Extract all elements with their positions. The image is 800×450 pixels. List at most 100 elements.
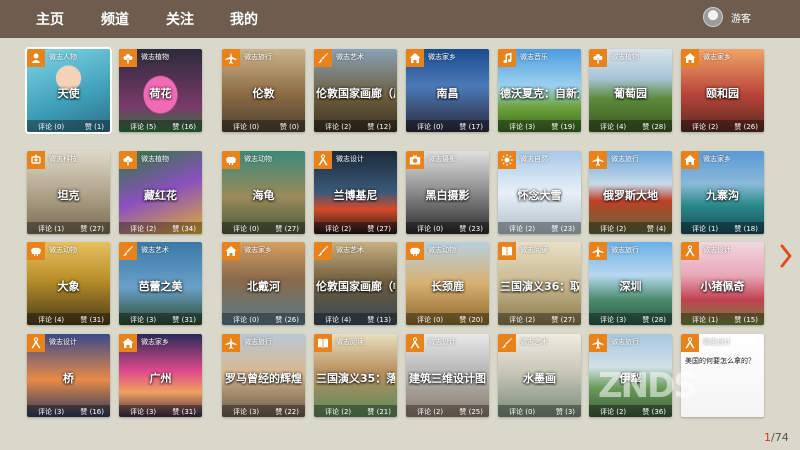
flower-icon <box>593 54 603 64</box>
content-tile[interactable]: 微志自然 怀念大雪 评论 (2) 赞 (23) <box>498 151 581 234</box>
tile-category: 微志设计 <box>49 338 77 346</box>
content-tile[interactable]: 微志艺术 芭蕾之美 评论 (3) 赞 (31) <box>119 242 202 325</box>
like-count: 赞 (17) <box>459 123 483 131</box>
tile-footer: 评论 (3) 赞 (16) <box>27 405 110 417</box>
like-count: 赞 (26) <box>734 123 758 131</box>
like-count: 赞 (31) <box>172 408 196 416</box>
tile-title: 深圳 <box>619 280 642 293</box>
content-tile[interactable]: 微志家乡 广州 评论 (3) 赞 (31) <box>119 334 202 417</box>
content-tile[interactable]: 微志阅读三国演义35：落凤评论 (2) 赞 (21) <box>314 334 397 417</box>
comment-count: 评论 (5) <box>130 123 157 131</box>
category-badge <box>681 49 699 67</box>
category-badge <box>498 242 516 260</box>
comment-count: 评论 (2) <box>692 123 719 131</box>
content-tile[interactable]: 微志家乡 南昌 评论 (0) 赞 (17) <box>406 49 489 132</box>
nav-mine[interactable]: 我的 <box>230 9 258 29</box>
content-tile[interactable]: 微志艺术 水墨画 评论 (0) 赞 (3) <box>498 334 581 417</box>
tile-category: 微志设计 <box>703 338 731 346</box>
category-badge <box>406 151 424 169</box>
like-count: 赞 (3) <box>555 408 575 416</box>
like-count: 赞 (34) <box>172 225 196 233</box>
category-badge <box>681 242 699 260</box>
content-tile[interactable]: 微志家乡 九寨沟 评论 (1) 赞 (18) <box>681 151 764 234</box>
tile-footer: 评论 (0) 赞 (27) <box>222 222 305 234</box>
tile-title: 南昌 <box>436 87 459 100</box>
tile-title: 怀念大雪 <box>517 189 562 202</box>
content-tile[interactable]: 微志旅行 罗马曾经的辉煌 评论 (3) 赞 (22) <box>222 334 305 417</box>
like-count: 赞 (13) <box>367 316 391 324</box>
avatar[interactable] <box>703 7 723 27</box>
tile-category: 微志旅行 <box>244 53 272 61</box>
tile-footer: 评论 (2) 赞 (4) <box>589 222 672 234</box>
like-count: 赞 (27) <box>367 225 391 233</box>
plane-icon <box>592 154 604 166</box>
content-tile[interactable]: 微志动物 海龟 评论 (0) 赞 (27) <box>222 151 305 234</box>
content-tile[interactable]: 微志旅行 伦敦 评论 (0) 赞 (0) <box>222 49 305 132</box>
content-tile[interactable]: 微志家乡 颐和园 评论 (2) 赞 (26) <box>681 49 764 132</box>
content-tile[interactable]: 微志植物 葡萄园 评论 (4) 赞 (28) <box>589 49 672 132</box>
content-tile[interactable]: 微志阅读三国演义36：取成评论 (2) 赞 (27) <box>498 242 581 325</box>
nav-home[interactable]: 主页 <box>36 9 64 29</box>
tile-title: 三国演义36：取成 <box>500 280 579 293</box>
tile-footer: 评论 (0) 赞 (0) <box>222 120 305 132</box>
tile-footer: 评论 (0) 赞 (20) <box>406 313 489 325</box>
comment-count: 评论 (1) <box>692 316 719 324</box>
tile-category: 微志家乡 <box>141 338 169 346</box>
content-tile[interactable]: 微志动物 长颈鹿 评论 (0) 赞 (20) <box>406 242 489 325</box>
category-badge <box>498 49 516 67</box>
tile-title: 兰博基尼 <box>333 189 378 202</box>
tile-footer: 评论 (2) 赞 (34) <box>119 222 202 234</box>
like-count: 赞 (22) <box>275 408 299 416</box>
content-tile[interactable]: 微志科技 坦克 评论 (1) 赞 (27) <box>27 151 110 234</box>
category-badge <box>222 242 240 260</box>
content-tile[interactable]: 微志艺术伦敦国家画廊（风评论 (2) 赞 (12) <box>314 49 397 132</box>
tile-title: 坦克 <box>57 189 80 202</box>
category-badge <box>314 151 332 169</box>
guest-label[interactable]: 游客 <box>731 10 751 25</box>
tile-title: 北戴河 <box>247 280 280 293</box>
content-tile[interactable]: 微志植物 荷花 评论 (5) 赞 (16) <box>119 49 202 132</box>
like-count: 赞 (27) <box>80 225 104 233</box>
comment-count: 评论 (0) <box>417 225 444 233</box>
category-badge <box>222 151 240 169</box>
like-count: 赞 (36) <box>642 408 666 416</box>
content-tile[interactable]: 微志植物 藏红花 评论 (2) 赞 (34) <box>119 151 202 234</box>
content-tile[interactable]: 微志设计 建筑三维设计图 评论 (2) 赞 (25) <box>406 334 489 417</box>
content-tile[interactable]: 微志艺术伦敦国家画廊（帆评论 (4) 赞 (13) <box>314 242 397 325</box>
like-count: 赞 (0) <box>279 123 299 131</box>
camera-icon <box>409 155 421 165</box>
tile-category: 微志动物 <box>244 155 272 163</box>
category-badge <box>406 49 424 67</box>
tile-footer: 评论 (3) 赞 (31) <box>119 313 202 325</box>
design-icon <box>318 154 328 166</box>
design-icon <box>685 245 695 257</box>
content-tile[interactable]: 微志人物 天使 评论 (0) 赞 (1) <box>25 47 112 134</box>
content-tile[interactable]: 微志旅行 俄罗斯大地 评论 (2) 赞 (4) <box>589 151 672 234</box>
comment-count: 评论 (2) <box>325 123 352 131</box>
content-grid: 微志人物 天使 评论 (0) 赞 (1) 微志植物 荷花 评论 (5) 赞 (16) 微志旅行伦… <box>25 47 765 419</box>
tile-category: 微志阅读 <box>520 246 548 254</box>
tile-category: 微志人物 <box>49 53 77 61</box>
next-page-arrow-icon[interactable] <box>778 243 794 269</box>
content-tile[interactable]: 微志设计桥评论 (3) 赞 (16) <box>27 334 110 417</box>
comment-count: 评论 (0) <box>38 123 65 131</box>
tile-category: 微志音乐 <box>520 53 548 61</box>
tile-title: 黑白摄影 <box>425 189 470 202</box>
tile-footer: 评论 (1) 赞 (18) <box>681 222 764 234</box>
like-count: 赞 (20) <box>459 316 483 324</box>
content-tile[interactable]: 微志动物 大象 评论 (4) 赞 (31) <box>27 242 110 325</box>
like-count: 赞 (23) <box>459 225 483 233</box>
content-tile[interactable]: 微志设计 小猪佩奇 评论 (1) 赞 (15) <box>681 242 764 325</box>
comment-count: 评论 (3) <box>600 316 627 324</box>
content-tile[interactable]: 微志摄影 黑白摄影 评论 (0) 赞 (23) <box>406 151 489 234</box>
nav-follow[interactable]: 关注 <box>166 9 194 29</box>
content-tile[interactable]: 微志旅行 深圳 评论 (3) 赞 (28) <box>589 242 672 325</box>
tile-footer: 评论 (3) 赞 (19) <box>498 120 581 132</box>
like-count: 赞 (27) <box>551 316 575 324</box>
content-tile[interactable]: 微志音乐德沃夏克：自新大评论 (3) 赞 (19) <box>498 49 581 132</box>
tile-footer: 评论 (2) 赞 (12) <box>314 120 397 132</box>
nav-channels[interactable]: 频道 <box>101 9 129 29</box>
animal-icon <box>226 156 236 165</box>
content-tile[interactable]: 微志设计 兰博基尼 评论 (2) 赞 (27) <box>314 151 397 234</box>
content-tile[interactable]: 微志家乡 北戴河 评论 (0) 赞 (26) <box>222 242 305 325</box>
